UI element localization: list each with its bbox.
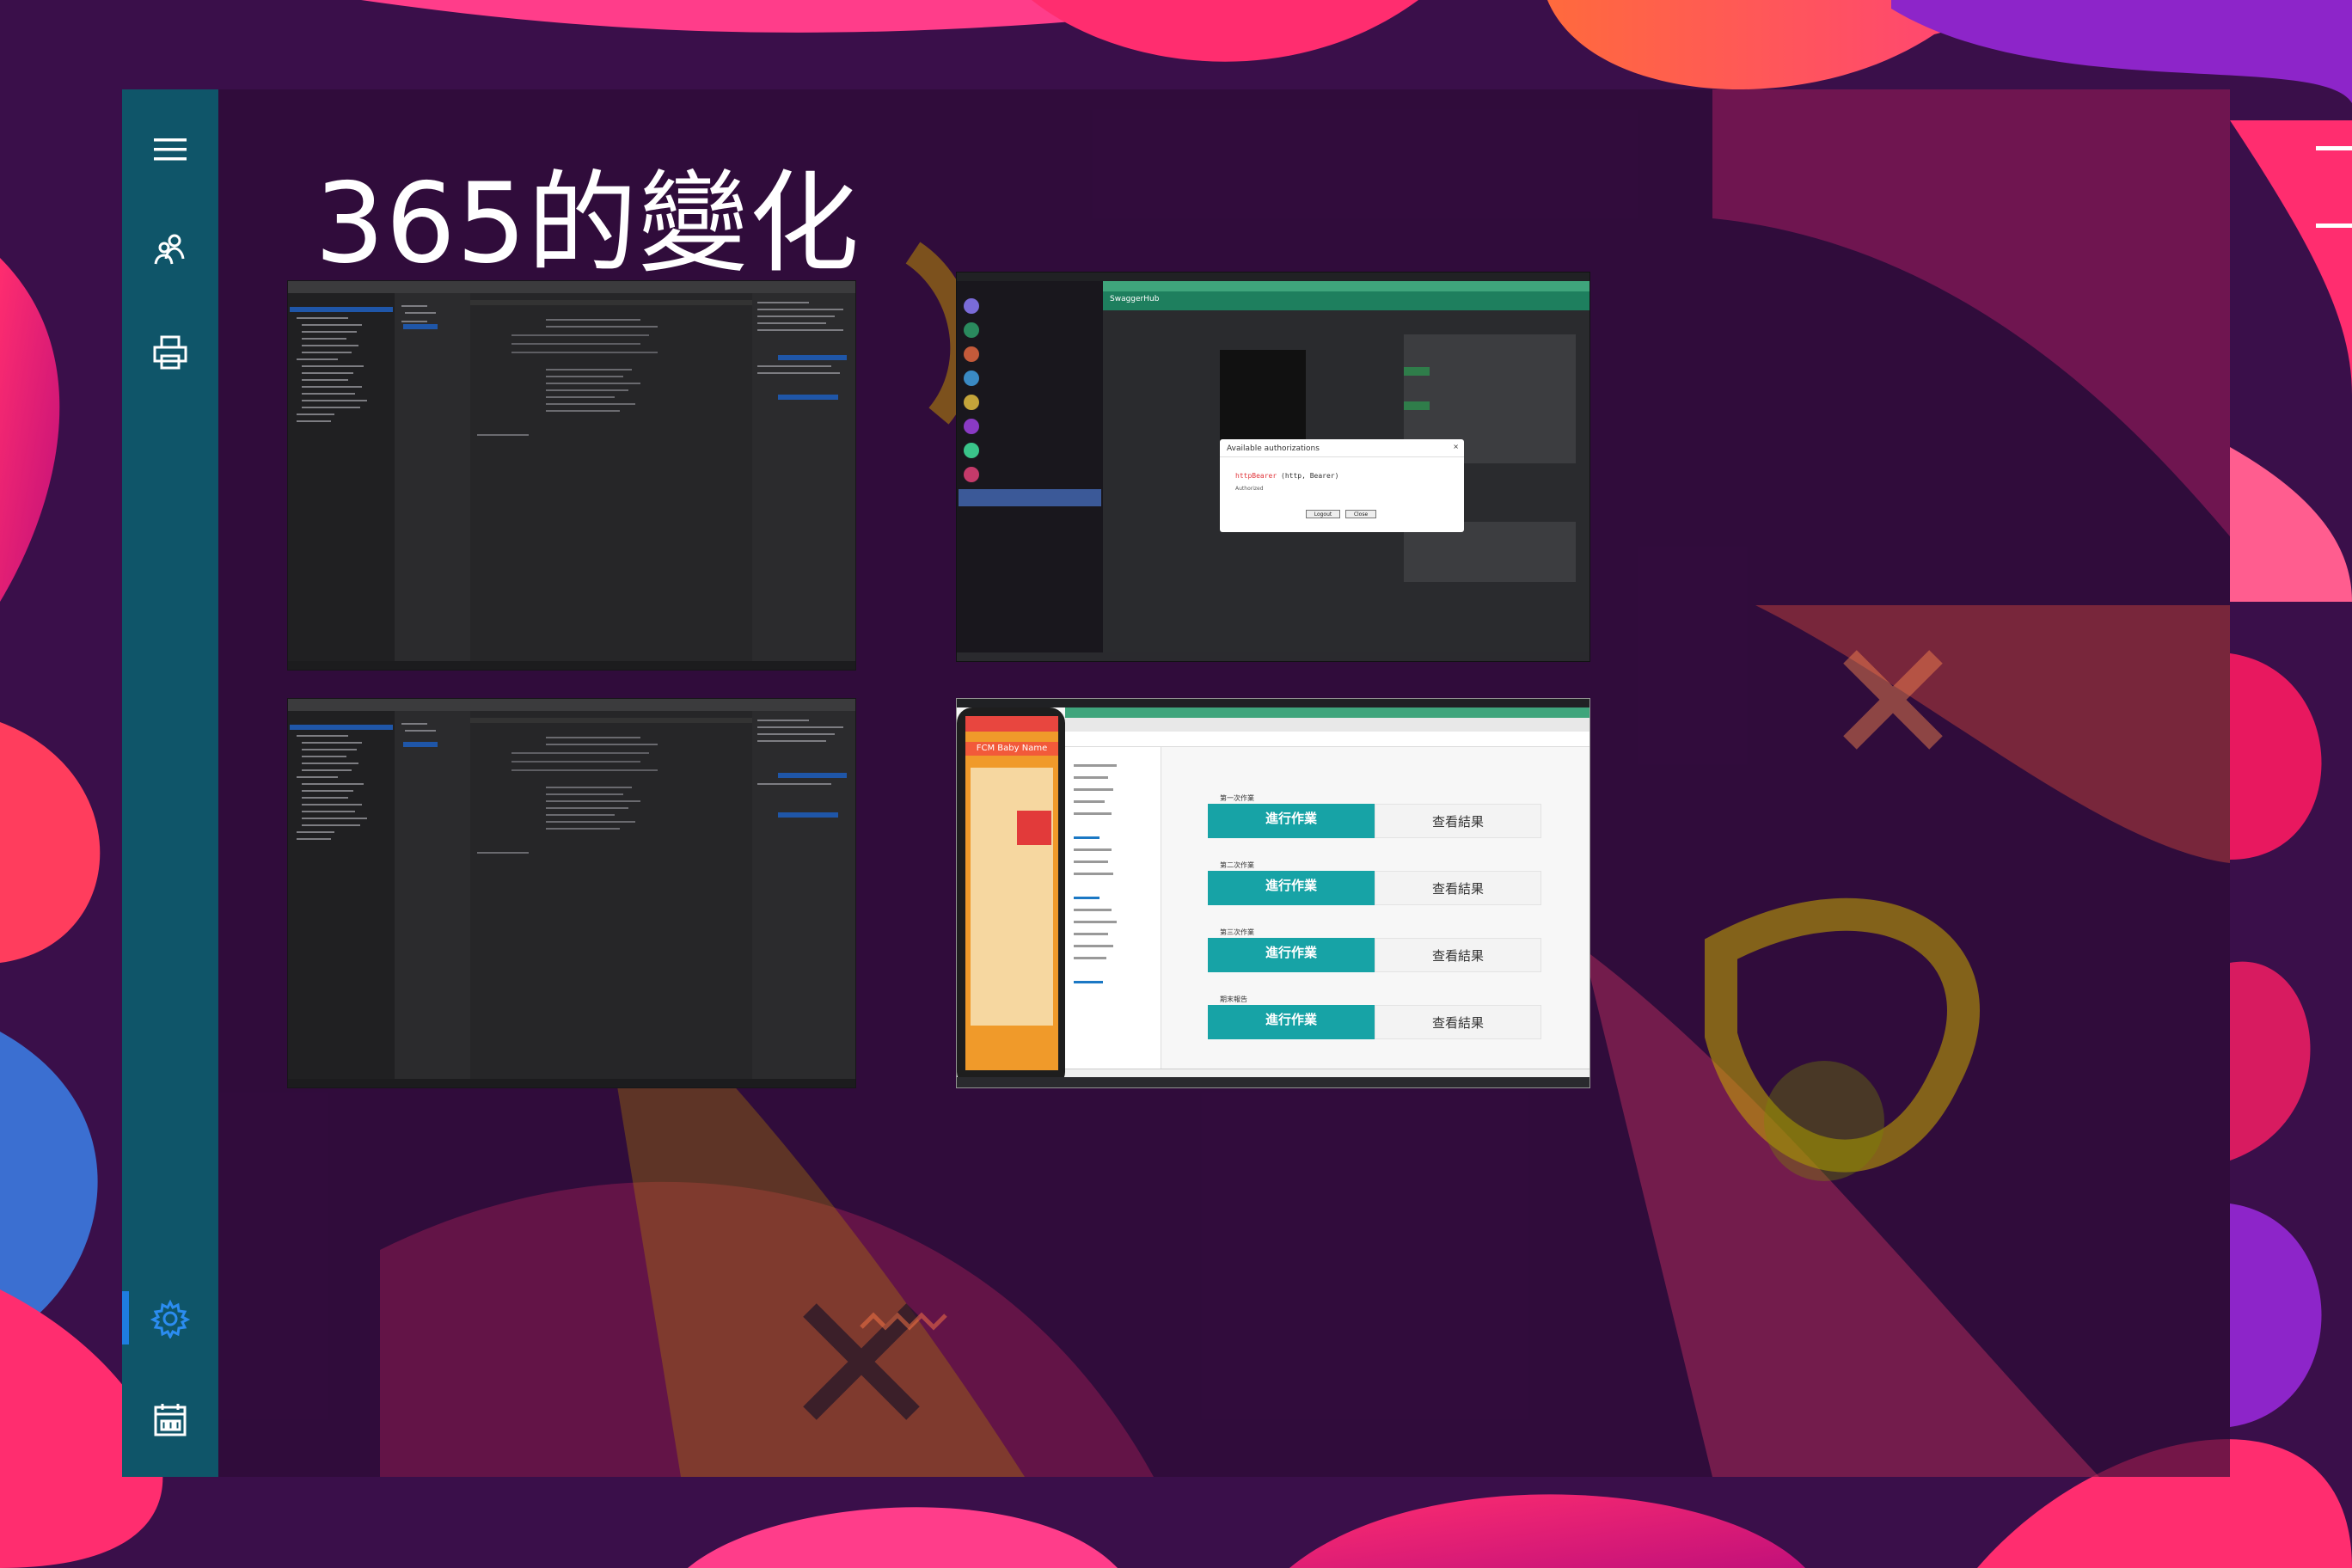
- close-button[interactable]: Close: [1345, 510, 1376, 518]
- screenshot-xcode-1[interactable]: [287, 280, 856, 671]
- screenshot-swaggerhub[interactable]: SwaggerHub Available authorizations × ht…: [956, 272, 1590, 662]
- view-result-button[interactable]: 查看結果: [1375, 871, 1541, 905]
- browser-tabs: [1103, 281, 1589, 291]
- view-result-button[interactable]: 查看結果: [1375, 1005, 1541, 1039]
- modal-title: Available authorizations: [1227, 444, 1320, 453]
- start-task-button[interactable]: 進行作業: [1208, 938, 1375, 972]
- xcode-navigator: [288, 293, 395, 670]
- gear-icon[interactable]: [122, 1281, 218, 1357]
- hamburger-menu-icon[interactable]: [122, 112, 218, 187]
- chat-sidebar: [957, 281, 1103, 652]
- app-name: SwaggerHub: [1110, 295, 1160, 303]
- hamburger-menu-icon[interactable]: [2316, 146, 2352, 232]
- auth-modal: Available authorizations × httpBearer (h…: [1220, 439, 1464, 532]
- task-label: 第三次作業: [1220, 928, 1254, 936]
- page-title: 365的變化: [315, 160, 861, 288]
- task-row: 進行作業 查看結果: [1208, 804, 1541, 838]
- xcode-targets: [395, 293, 470, 670]
- xcode-toolbar: [288, 281, 855, 293]
- app-window: 365的變化 SwaggerHub Available authorizatio…: [122, 89, 2230, 1477]
- screenshot-elearn[interactable]: FCM Baby Name 第一次作業 進行作業 查看結果 第二次作業 進行作業…: [956, 698, 1590, 1088]
- task-label: 期末報告: [1220, 995, 1247, 1003]
- task-label: 第一次作業: [1220, 794, 1254, 802]
- start-task-button[interactable]: 進行作業: [1208, 871, 1375, 905]
- xcode-inspector: [752, 293, 855, 670]
- auth-status: Authorized: [1235, 486, 1264, 492]
- calendar-icon[interactable]: [122, 1382, 218, 1458]
- view-result-button[interactable]: 查看結果: [1375, 938, 1541, 972]
- browser-tabs: [1065, 707, 1589, 718]
- auth-scheme-type: (http, Bearer): [1281, 472, 1339, 480]
- task-row: 進行作業 查看結果: [1208, 938, 1541, 972]
- auth-scheme: httpBearer: [1235, 472, 1277, 480]
- task-row: 進行作業 查看結果: [1208, 1005, 1541, 1039]
- printer-icon[interactable]: [122, 315, 218, 390]
- download-bar: [1065, 1069, 1589, 1077]
- course-nav: [1065, 747, 1161, 1087]
- people-icon[interactable]: [122, 211, 218, 287]
- site-header: [1065, 732, 1589, 747]
- close-icon[interactable]: ×: [1453, 443, 1459, 450]
- start-task-button[interactable]: 進行作業: [1208, 1005, 1375, 1039]
- task-label: 第二次作業: [1220, 861, 1254, 869]
- logout-button[interactable]: Logout: [1306, 510, 1340, 518]
- task-row: 進行作業 查看結果: [1208, 871, 1541, 905]
- macos-dock: [957, 652, 1589, 661]
- address-bar[interactable]: [1065, 718, 1589, 732]
- start-task-button[interactable]: 進行作業: [1208, 804, 1375, 838]
- swaggerhub-header: SwaggerHub: [1103, 291, 1589, 310]
- phone-app-title: FCM Baby Name: [965, 742, 1058, 756]
- macos-dock: [957, 1077, 1589, 1087]
- phone-simulator: FCM Baby Name: [957, 707, 1065, 1087]
- view-result-button[interactable]: 查看結果: [1375, 804, 1541, 838]
- macos-menubar: [957, 699, 1589, 707]
- screenshot-xcode-2[interactable]: [287, 698, 856, 1088]
- sidebar: [122, 89, 218, 1477]
- macos-menubar: [957, 273, 1589, 281]
